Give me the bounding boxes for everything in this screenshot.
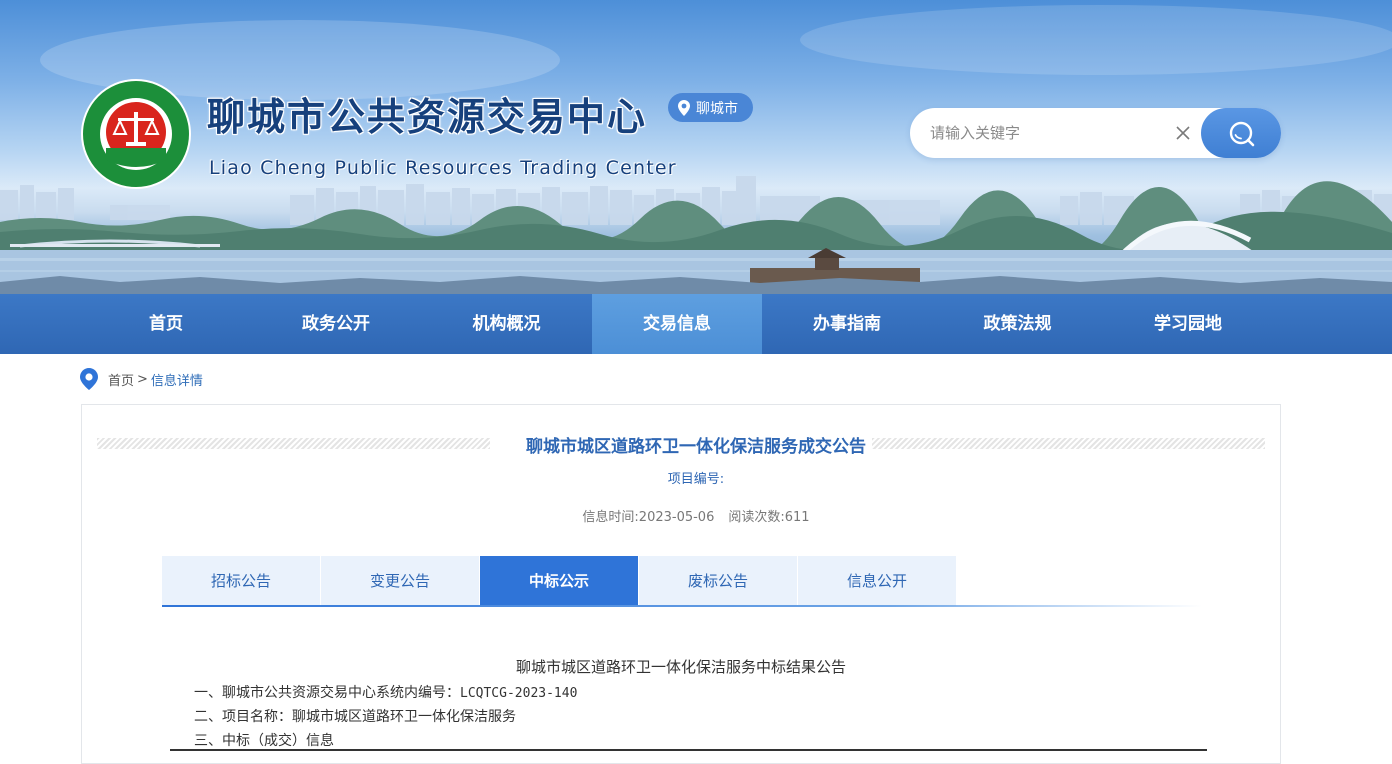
notice-title: 聊城市城区道路环卫一体化保洁服务成交公告 [526, 437, 866, 457]
nav-item-government-affairs[interactable]: 政务公开 [251, 294, 421, 354]
tab-award-notice[interactable]: 中标公示 [480, 556, 638, 606]
tab-change-notice[interactable]: 变更公告 [321, 556, 479, 606]
site-subtitle: Liao Cheng Public Resources Trading Cent… [209, 157, 677, 179]
read-count-value: 611 [784, 510, 810, 525]
nav-item-about[interactable]: 机构概况 [421, 294, 592, 354]
nav-item-policies[interactable]: 政策法规 [932, 294, 1103, 354]
nav-item-trading-info[interactable]: 交易信息 [592, 294, 762, 354]
search-input[interactable] [930, 118, 1170, 148]
breadcrumb: 首页 > 信息详情 [80, 367, 203, 391]
tab-cancel-notice[interactable]: 废标公告 [639, 556, 797, 606]
clear-icon[interactable] [1174, 124, 1192, 142]
nav-item-service-guide[interactable]: 办事指南 [762, 294, 932, 354]
document-line-3: 三、中标（成交）信息 [194, 733, 334, 749]
notice-tabs: 招标公告 变更公告 中标公示 废标公告 信息公开 [162, 556, 957, 606]
main-nav: 首页 政务公开 机构概况 交易信息 办事指南 政策法规 学习园地 [0, 294, 1392, 354]
breadcrumb-current: 信息详情 [150, 373, 203, 389]
center-logo [81, 79, 191, 189]
site-title: 聊城市公共资源交易中心 [207, 94, 648, 139]
info-time-value: 2023-05-06 [638, 510, 715, 525]
info-time-label: 信息时间: [582, 510, 639, 525]
search-icon [1229, 121, 1255, 147]
document-line-1: 一、聊城市公共资源交易中心系统内编号：LCQTCG-2023-140 [194, 682, 577, 702]
header-banner: 聊城市公共资源交易中心 Liao Cheng Public Resources … [0, 0, 1392, 294]
notice-meta: 信息时间:2023-05-06 阅读次数:611 [0, 506, 1392, 525]
document-line-2: 二、项目名称：聊城市城区道路环卫一体化保洁服务 [194, 709, 516, 725]
search-button[interactable] [1201, 108, 1281, 158]
document-title: 聊城市城区道路环卫一体化保洁服务中标结果公告 [515, 658, 846, 676]
nav-item-learning[interactable]: 学习园地 [1103, 294, 1273, 354]
location-pin-icon [678, 99, 690, 116]
tab-info-disclosure[interactable]: 信息公开 [798, 556, 956, 606]
document-line-1-value: LCQTCG-2023-140 [460, 686, 578, 701]
project-number-label: 项目编号: [667, 472, 725, 487]
breadcrumb-separator: > [137, 371, 148, 387]
read-count-label: 阅读次数: [728, 510, 785, 525]
tab-tender-notice[interactable]: 招标公告 [162, 556, 320, 606]
tab-underline [162, 605, 1202, 607]
nav-item-home[interactable]: 首页 [81, 294, 251, 354]
document-line-1-label: 一、聊城市公共资源交易中心系统内编号： [194, 685, 460, 701]
city-selector-button[interactable]: 聊城市 [668, 93, 753, 122]
city-label: 聊城市 [696, 100, 738, 117]
breadcrumb-home-link[interactable]: 首页 [108, 370, 134, 389]
location-pin-icon [80, 368, 98, 390]
